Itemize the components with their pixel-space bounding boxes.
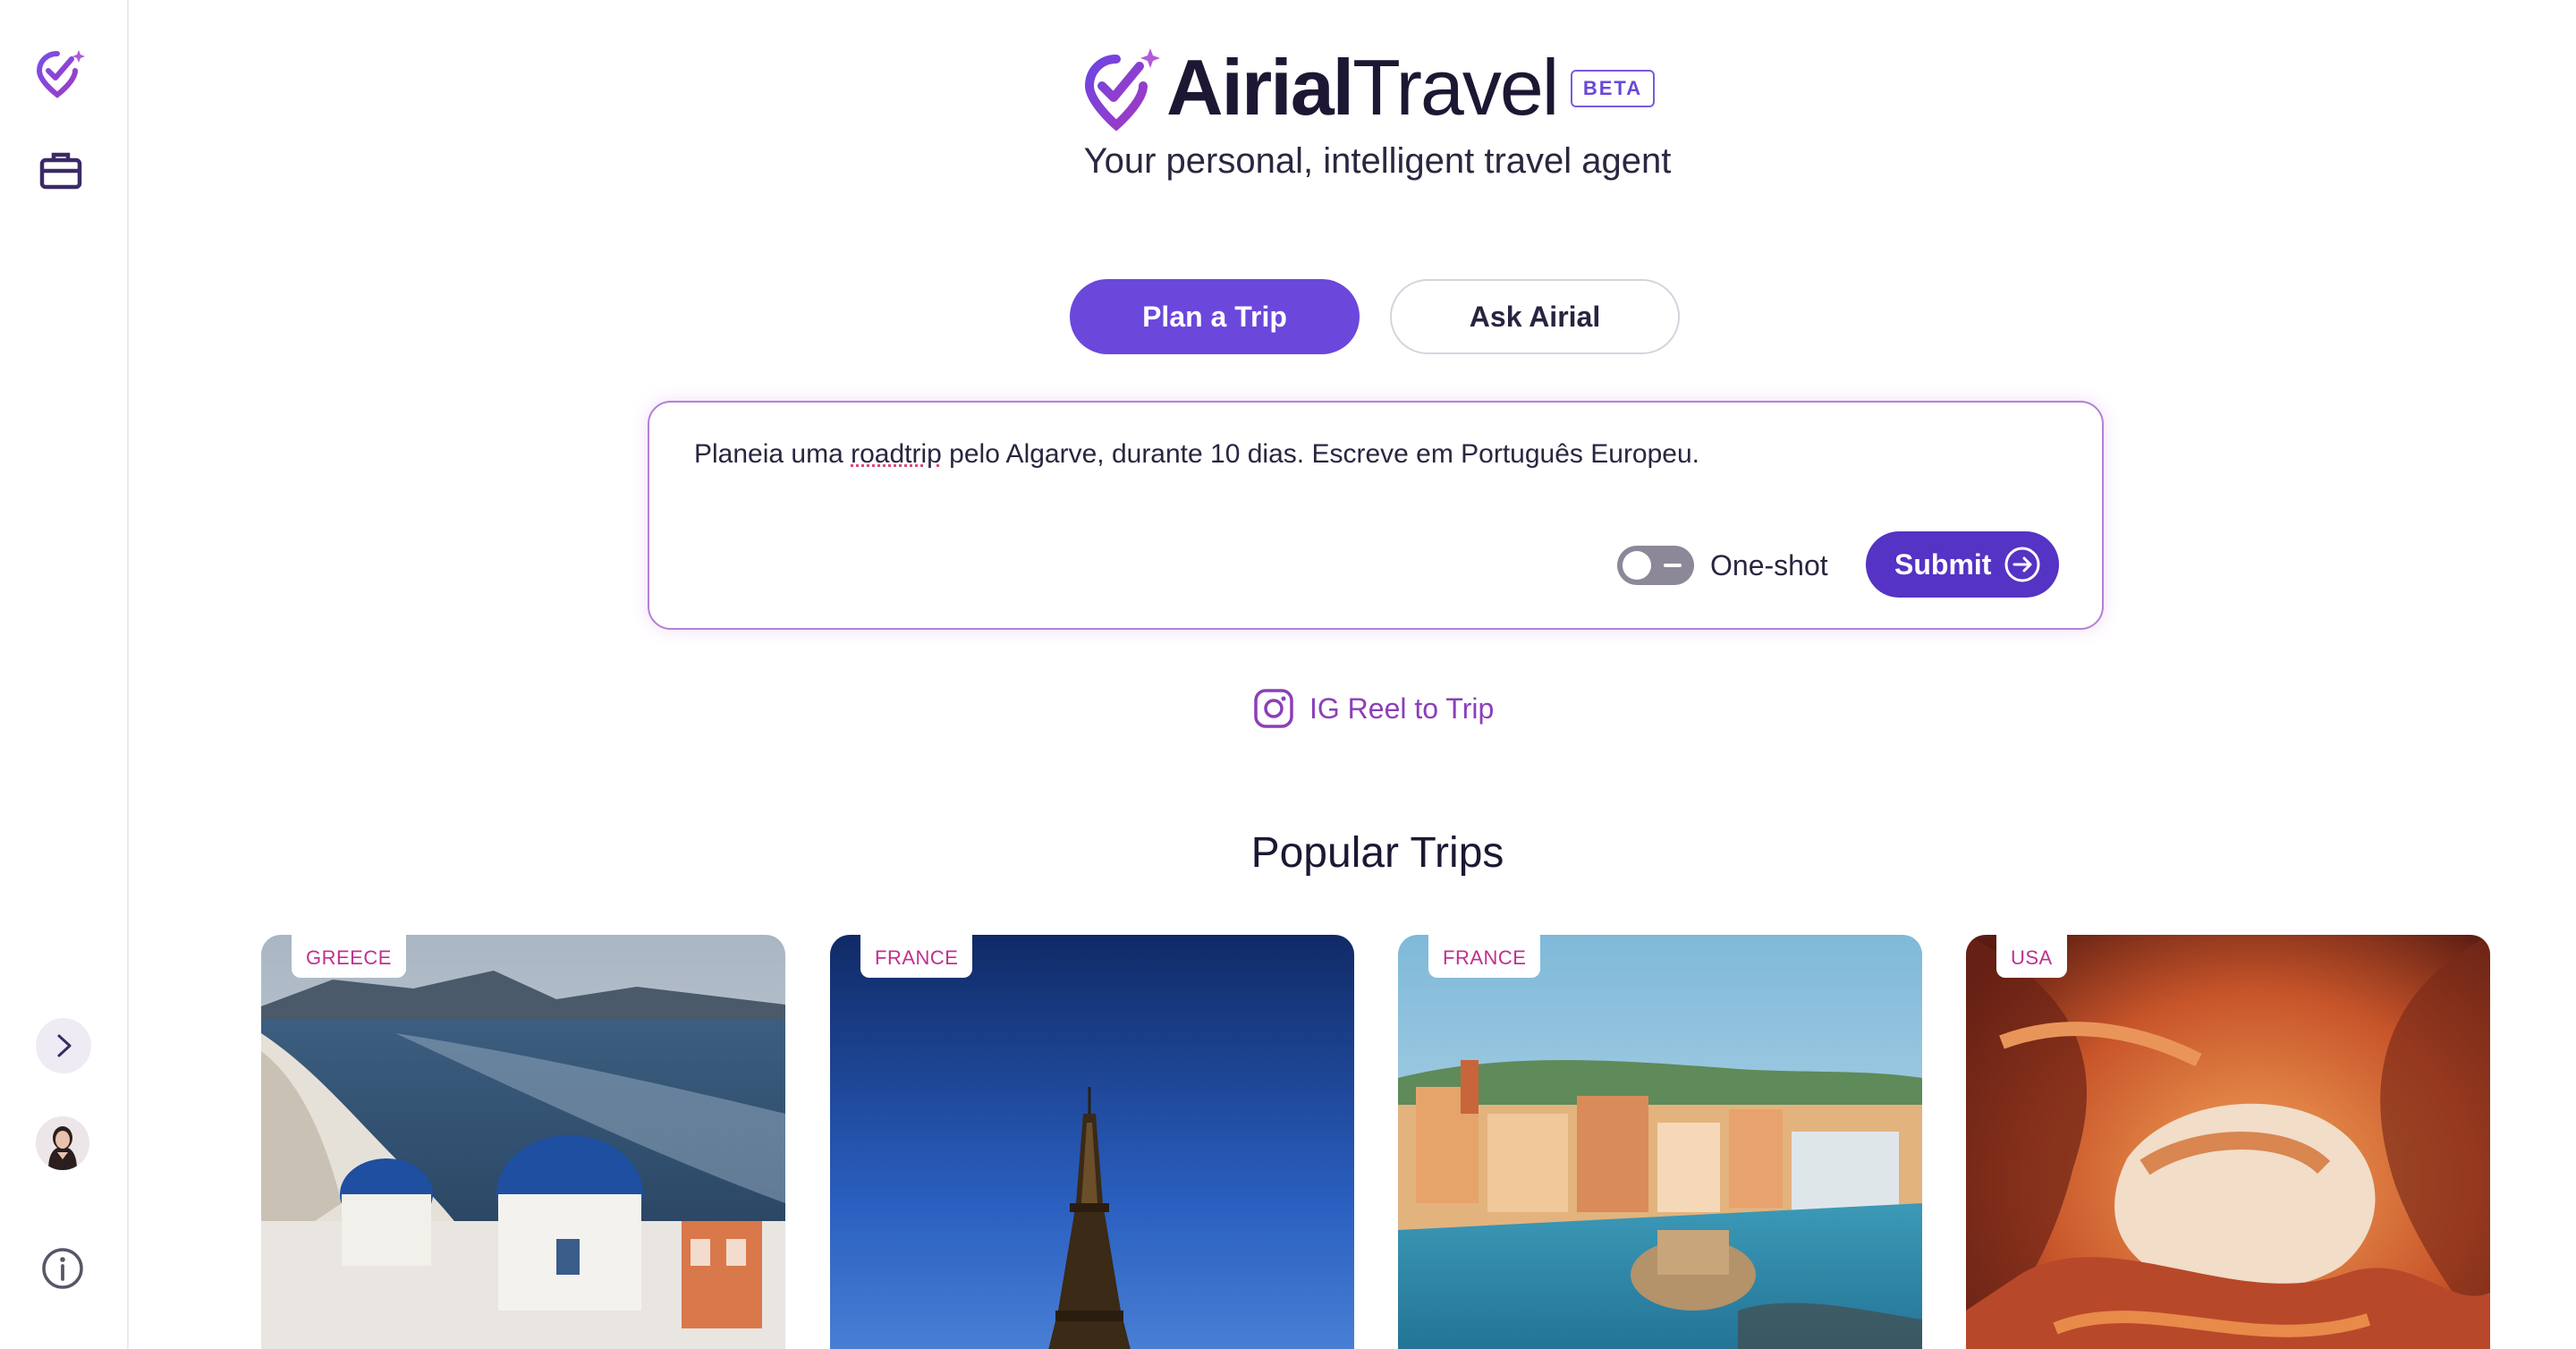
brand-name: AirialTravel: [1166, 43, 1559, 132]
submit-button[interactable]: Submit: [1866, 531, 2059, 598]
info-icon[interactable]: [38, 1243, 88, 1294]
instagram-icon: [1254, 689, 1293, 728]
country-tag: USA: [1996, 935, 2067, 978]
eiffel-tower-photo: [830, 935, 1354, 1349]
beta-badge: BETA: [1571, 70, 1655, 107]
prompt-box[interactable]: Planeia uma roadtrip pelo Algarve, duran…: [648, 401, 2104, 630]
user-avatar[interactable]: [36, 1116, 89, 1170]
airial-logo-icon[interactable]: [32, 45, 89, 102]
country-tag: GREECE: [292, 935, 406, 978]
one-shot-toggle[interactable]: [1617, 546, 1694, 585]
one-shot-label: One-shot: [1710, 549, 1828, 581]
arrow-right-icon: [2004, 547, 2040, 582]
chevron-right-icon[interactable]: [36, 1018, 91, 1073]
saint-tropez-photo: [1398, 935, 1922, 1349]
prompt-input[interactable]: Planeia uma roadtrip pelo Algarve, duran…: [694, 435, 2036, 474]
country-tag: FRANCE: [1428, 935, 1541, 978]
trip-card-greece[interactable]: GREECE: [261, 935, 785, 1349]
antelope-canyon-photo: [1966, 935, 2490, 1349]
tagline: Your personal, intelligent travel agent: [1083, 141, 1672, 181]
trip-card-usa[interactable]: USA: [1966, 935, 2490, 1349]
airial-logo-icon: [1084, 48, 1160, 132]
ask-airial-button[interactable]: Ask Airial: [1390, 279, 1680, 354]
sidebar: [0, 0, 129, 1349]
trip-card-france-coast[interactable]: FRANCE: [1398, 935, 1922, 1349]
ig-reel-to-trip-link[interactable]: IG Reel to Trip: [1252, 683, 1494, 734]
plan-a-trip-button[interactable]: Plan a Trip: [1070, 279, 1360, 354]
popular-trips-title: Popular Trips: [1250, 829, 1504, 877]
submit-label: Submit: [1894, 547, 1992, 581]
trip-card-france-paris[interactable]: FRANCE: [830, 935, 1354, 1349]
santorini-photo: [261, 935, 785, 1349]
ig-link-label: IG Reel to Trip: [1309, 691, 1495, 725]
brand-header: AirialTravel: [1079, 43, 1559, 132]
app-root: AirialTravel BETA Your personal, intelli…: [0, 0, 2576, 1349]
country-tag: FRANCE: [860, 935, 973, 978]
